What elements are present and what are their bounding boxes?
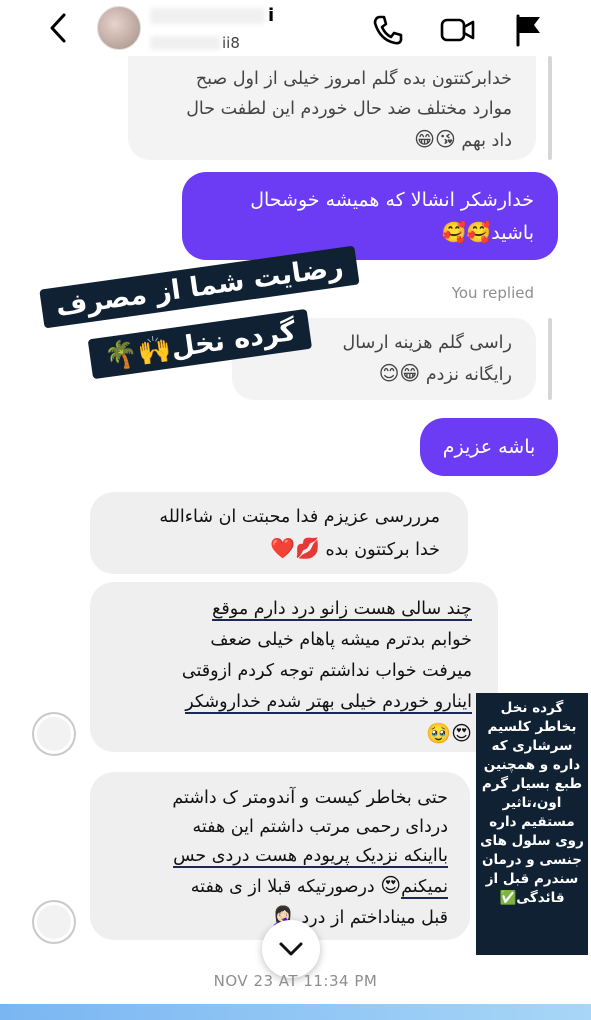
message-line: باشید [491,222,534,244]
side-note-text: گرده نخل بخاطر کلسیم سرشاری که داره و هم… [480,700,584,906]
quoted-line: داد بهم [461,131,512,151]
message-line: قبل میناداختم از درد [301,908,448,928]
chevron-down-icon [279,942,303,956]
quoted-line: موارد مختلف ضد حال خوردم این لطفت حال [186,99,512,119]
message-line: نمیکنم [401,877,448,899]
sender-avatar[interactable] [34,714,74,754]
next-message-edge [0,1004,591,1020]
message-line: اینارو خوردم خیلی بهتر شدم خداروشکر [185,692,472,714]
message-line: خوابم بدترم میشه پاهام خیلی ضعف [210,630,472,650]
emoji: 😘😁 [414,127,456,151]
username-redaction [150,8,265,24]
video-call-button[interactable] [438,10,478,50]
quoted-line: رایگانه نزدم [425,365,512,385]
phone-icon [373,15,403,45]
voice-call-button[interactable] [368,10,408,50]
outgoing-message[interactable]: باشه عزیزم [420,418,558,476]
emoji: 😍🥹 [426,721,472,745]
flag-icon [516,14,540,47]
quote-bar [548,56,552,160]
avatar[interactable] [97,6,141,50]
banner-emoji: 🙌🌴 [102,333,174,374]
incoming-message[interactable]: چند سالی هست زانو درد دارم موقع خوابم بد… [90,582,498,752]
message-line: دردای رحمی مرتب داشتم این هفته [192,817,448,837]
sender-avatar[interactable] [34,902,74,942]
emoji: 💋❤️ [270,536,320,560]
message-line: خدا برکتتون بده [325,540,440,560]
video-icon [440,18,475,42]
incoming-message[interactable]: مرررسی عزیزم فدا محبتت ان شاءالله خدا بر… [90,492,468,574]
incoming-message[interactable]: حتی بخاطر کیست و آندومتر ک داشتم دردای ر… [90,772,470,940]
message-line: بااینکه نزدیک پریودم هست دردی حس [173,846,448,868]
report-button[interactable] [508,10,548,50]
back-button[interactable] [38,8,78,48]
message-text: باشه عزیزم [442,436,536,458]
emoji: 🥰🥰 [441,220,492,244]
timestamp: NOV 23 AT 11:34 PM [213,972,378,990]
quoted-line: خدابرکتتون بده گلم امروز خیلی از اول صبح [195,69,512,89]
handle-redaction [150,36,220,50]
handle: ii8 [222,34,240,52]
back-icon [50,13,66,43]
message-line: مرررسی عزیزم فدا محبتت ان شاءالله [159,507,440,527]
message-line: میرفت خواب نداشتم توجه کردم ازوقتی [181,661,472,681]
check-icon: ✅ [499,890,517,906]
message-line: درصورتیکه قبلا از ی هفته [190,877,375,897]
you-replied-label: You replied [451,284,534,302]
emoji: 😍 [380,873,402,897]
emoji: 😁😊 [378,361,421,385]
banner-line-2: گرده نخل🙌🌴 [88,308,313,380]
scroll-down-button[interactable] [262,920,320,978]
username[interactable]: i [268,5,275,26]
quote-bar [548,318,552,400]
banner-text: گرده نخل [169,315,298,364]
side-note: گرده نخل بخاطر کلسیم سرشاری که داره و هم… [476,693,588,955]
quoted-message-top: خدابرکتتون بده گلم امروز خیلی از اول صبح… [128,56,536,160]
chat-header: i ii8 [0,0,591,62]
outgoing-message[interactable]: خدارشکر انشالا که همیشه خوشحال باشید🥰🥰 [182,172,558,260]
message-line: خدارشکر انشالا که همیشه خوشحال [250,189,534,211]
message-line: چند سالی هست زانو درد دارم موقع [212,599,472,621]
message-line: حتی بخاطر کیست و آندومتر ک داشتم [172,788,448,808]
